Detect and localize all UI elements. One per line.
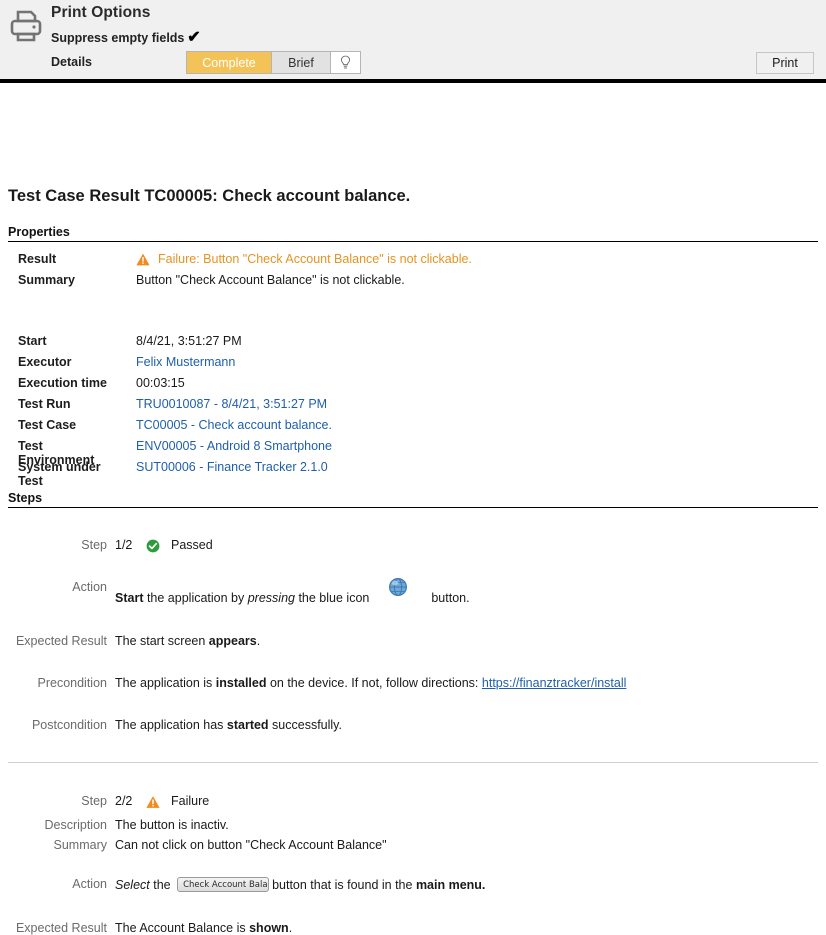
step-2-expected-bold: shown	[249, 921, 289, 935]
property-label-start: Start	[0, 334, 107, 348]
property-row-test-environment: Test Environment ENV00005 - Android 8 Sm…	[0, 439, 820, 460]
step-1-label: Step	[0, 538, 107, 552]
step-2-summary-value: Can not click on button "Check Account B…	[115, 838, 387, 852]
step-1-expected-label: Expected Result	[0, 634, 107, 648]
step-1-precondition-mid: on the device. If not, follow directions…	[266, 676, 481, 690]
step-2-summary-label: Summary	[0, 838, 107, 852]
property-row-result: Result Failure: Button "Check Account Ba…	[0, 252, 820, 273]
check-account-balance-button-image: Check Account Balanc	[177, 877, 269, 892]
step-2-action-mid: the	[150, 878, 174, 892]
property-value-execution-time: 00:03:15	[136, 376, 185, 390]
property-row-test-case: Test Case TC00005 - Check account balanc…	[0, 418, 820, 439]
details-segment-hint[interactable]	[330, 52, 360, 73]
details-segment-brief[interactable]: Brief	[271, 52, 330, 73]
step-1-postcondition-bold: started	[227, 718, 269, 732]
property-row-test-run: Test Run TRU0010087 - 8/4/21, 3:51:27 PM	[0, 397, 820, 418]
printer-icon	[8, 8, 44, 44]
step-1-postcondition-label: Postcondition	[0, 718, 107, 732]
step-2-action-italic: Select	[115, 878, 150, 892]
property-value-test-environment[interactable]: ENV00005 - Android 8 Smartphone	[136, 439, 332, 453]
details-segment-complete[interactable]: Complete	[187, 52, 271, 73]
property-row-executor: Executor Felix Mustermann	[0, 355, 820, 376]
details-segmented-control[interactable]: Complete Brief	[186, 51, 361, 74]
property-row-system-under-test: System under Test SUT00006 - Finance Tra…	[0, 460, 820, 481]
header-divider	[0, 79, 826, 83]
step-1-precondition-pre: The application is	[115, 676, 216, 690]
step-1-action-mid: the application by	[143, 591, 247, 605]
step-1-action-suffix: button.	[431, 591, 469, 605]
suppress-empty-fields-checkbox[interactable]: ✔	[186, 30, 202, 46]
step-1-counter: 1/2	[115, 538, 132, 552]
check-circle-icon	[146, 539, 160, 553]
property-row-start: Start 8/4/21, 3:51:27 PM	[0, 334, 820, 355]
step-2-description-value: The button is inactiv.	[115, 818, 229, 832]
lightbulb-icon	[339, 55, 352, 70]
warning-triangle-icon	[146, 795, 160, 809]
properties-section-heading: Properties	[8, 225, 818, 242]
page-title: Test Case Result TC00005: Check account …	[8, 187, 410, 206]
step-2-action-tail: main menu.	[416, 878, 485, 892]
step-1-postcondition-post: successfully.	[269, 718, 342, 732]
step-1-precondition-link[interactable]: https://finanztracker/install	[482, 676, 627, 690]
property-label-executor: Executor	[0, 355, 107, 369]
step-1-expected-post: .	[257, 634, 260, 648]
step-2-counter: 2/2	[115, 794, 132, 808]
step-1-precondition-label: Precondition	[0, 676, 107, 690]
step-2-action-label: Action	[0, 877, 107, 891]
property-value-result: Failure: Button "Check Account Balance" …	[136, 252, 472, 266]
property-label-summary: Summary	[0, 273, 107, 287]
print-options-bar: Print Options Suppress empty fields ✔ De…	[0, 0, 826, 79]
print-button[interactable]: Print	[756, 52, 814, 74]
step-separator	[8, 762, 818, 763]
property-value-executor[interactable]: Felix Mustermann	[136, 355, 235, 369]
step-2-expected-post: .	[289, 921, 292, 935]
step-2-expected-pre: The Account Balance is	[115, 921, 249, 935]
step-1-precondition-bold: installed	[216, 676, 267, 690]
property-label-system-under-test: System under Test	[0, 460, 107, 488]
globe-icon	[388, 577, 408, 597]
property-label-result: Result	[0, 252, 107, 266]
step-2-status: Failure	[171, 794, 209, 808]
step-2-action-after: button that is found in the	[272, 878, 416, 892]
step-1-action-label: Action	[0, 580, 107, 594]
property-label-test-case: Test Case	[0, 418, 107, 432]
property-row-summary: Summary Button "Check Account Balance" i…	[0, 273, 820, 294]
property-label-execution-time: Execution time	[0, 376, 107, 390]
step-1-expected-bold: appears	[209, 634, 257, 648]
property-value-summary: Button "Check Account Balance" is not cl…	[136, 273, 405, 287]
step-1-status: Passed	[171, 538, 213, 552]
print-options-title: Print Options	[51, 4, 150, 22]
property-row-execution-time: Execution time 00:03:15	[0, 376, 820, 397]
step-2-label: Step	[0, 794, 107, 808]
property-value-start: 8/4/21, 3:51:27 PM	[136, 334, 242, 348]
step-1-postcondition-pre: The application has	[115, 718, 227, 732]
step-2-expected-label: Expected Result	[0, 921, 107, 935]
suppress-empty-fields-label: Suppress empty fields	[51, 31, 184, 45]
steps-section-heading: Steps	[8, 491, 818, 508]
property-value-test-case[interactable]: TC00005 - Check account balance.	[136, 418, 332, 432]
step-1-expected-pre: The start screen	[115, 634, 209, 648]
property-value-system-under-test[interactable]: SUT00006 - Finance Tracker 2.1.0	[136, 460, 328, 474]
step-2-description-label: Description	[0, 818, 107, 832]
step-1-action-bold: Start	[115, 591, 143, 605]
property-value-test-run[interactable]: TRU0010087 - 8/4/21, 3:51:27 PM	[136, 397, 327, 411]
property-label-test-run: Test Run	[0, 397, 107, 411]
step-1-action-after: the blue icon	[295, 591, 369, 605]
details-label: Details	[51, 55, 92, 69]
step-1-action-italic: pressing	[248, 591, 295, 605]
